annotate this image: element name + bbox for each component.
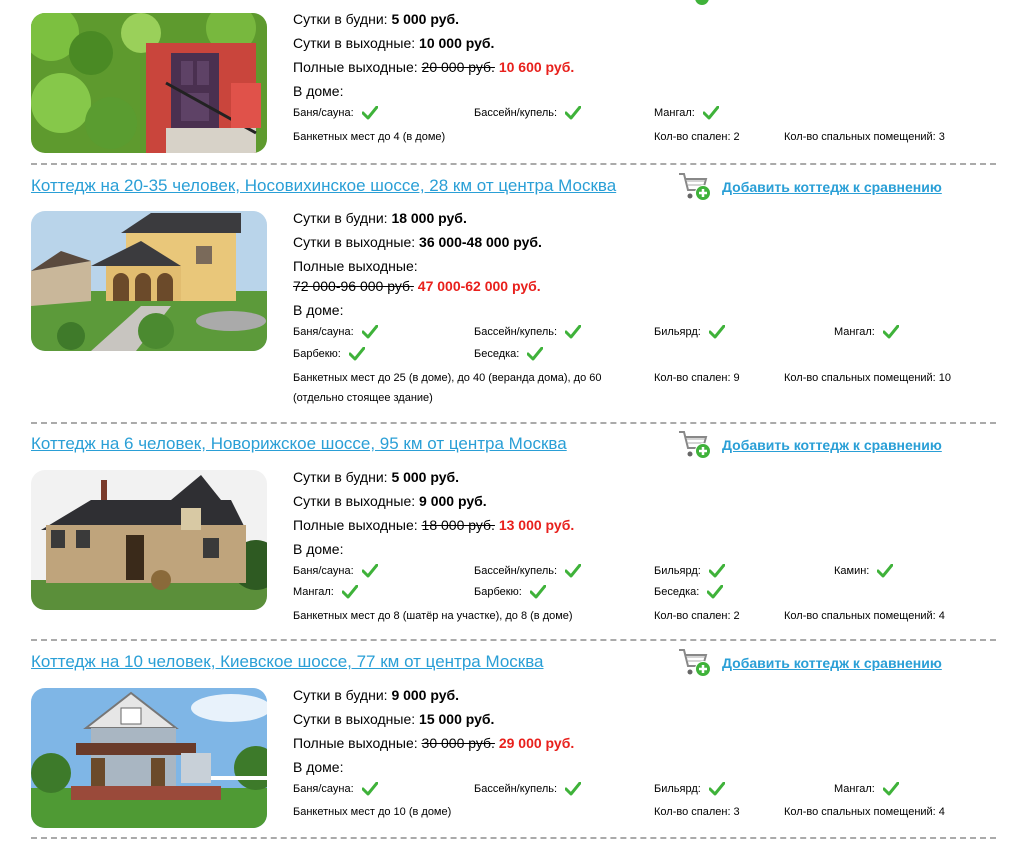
amenity: Мангал: bbox=[293, 585, 358, 599]
check-icon bbox=[882, 325, 899, 339]
amenity: Барбекю: bbox=[293, 347, 365, 361]
in-house-label: В доме: bbox=[293, 83, 344, 99]
cottage-photo[interactable] bbox=[31, 13, 267, 153]
price-weekend: Сутки в выходные: 36 000-48 000 руб. bbox=[293, 234, 542, 250]
compare-link-text[interactable]: Добавить коттедж к сравнению bbox=[722, 437, 942, 453]
check-icon bbox=[707, 585, 724, 599]
listing-info: Сутки в будни: 9 000 руб. Сутки в выходн… bbox=[293, 683, 574, 779]
price-weekend: Сутки в выходные: 9 000 руб. bbox=[293, 493, 487, 509]
amenity: Беседка: bbox=[474, 347, 544, 361]
cart-add-icon[interactable] bbox=[678, 0, 712, 10]
divider bbox=[31, 422, 996, 424]
amenity: Камин: bbox=[834, 564, 894, 578]
banquet-info: Банкетных мест до 25 (в доме), до 40 (ве… bbox=[293, 372, 602, 404]
price-full-weekend: 72 000-96 000 руб. 47 000-62 000 руб. bbox=[293, 278, 541, 294]
bedrooms-count: Кол-во спален: 2 bbox=[654, 610, 740, 622]
compare-link[interactable]: Добавить коттедж к сравнению bbox=[678, 429, 942, 461]
cart-add-icon[interactable] bbox=[678, 429, 712, 461]
divider bbox=[31, 639, 996, 641]
amenity: Беседка: bbox=[654, 585, 724, 599]
amenity: Бассейн/купель: bbox=[474, 564, 582, 578]
listing-title-link[interactable]: Коттедж на 20-35 человек, Носовихинское … bbox=[31, 175, 616, 197]
sleeping-rooms-count: Кол-во спальных помещений: 3 bbox=[784, 131, 945, 143]
cart-add-icon[interactable] bbox=[678, 647, 712, 679]
divider bbox=[31, 163, 996, 165]
check-icon bbox=[341, 585, 358, 599]
check-icon bbox=[877, 564, 894, 578]
amenity: Бильярд: bbox=[654, 325, 725, 339]
bedrooms-count: Кол-во спален: 3 bbox=[654, 806, 740, 818]
sleeping-rooms-count: Кол-во спальных помещений: 10 bbox=[784, 372, 952, 384]
check-icon bbox=[708, 564, 725, 578]
listing-title-link[interactable]: Коттедж на 10 человек, Киевское шоссе, 7… bbox=[31, 651, 544, 673]
amenity: Бассейн/купель: bbox=[474, 325, 582, 339]
cottage-photo[interactable] bbox=[31, 470, 267, 610]
price-weekday: Сутки в будни: 9 000 руб. bbox=[293, 687, 460, 703]
sleeping-rooms-count: Кол-во спальных помещений: 4 bbox=[784, 806, 945, 818]
check-icon bbox=[882, 782, 899, 796]
amenity: Бильярд: bbox=[654, 564, 725, 578]
price-full-weekend: Полные выходные: 18 000 руб. 13 000 руб. bbox=[293, 517, 575, 533]
check-icon bbox=[702, 106, 719, 120]
compare-link[interactable]: Добавить коттедж к сравнению bbox=[678, 647, 942, 679]
banquet-info: Банкетных мест до 8 (шатёр на участке), … bbox=[293, 610, 573, 622]
listing-title-link[interactable]: Коттедж на 6 человек, Новорижское шоссе,… bbox=[31, 433, 567, 455]
amenity: Мангал: bbox=[654, 106, 719, 120]
price-weekday: Сутки в будни: 18 000 руб. bbox=[293, 210, 467, 226]
check-icon bbox=[527, 347, 544, 361]
divider bbox=[31, 837, 996, 839]
price-weekday: Сутки в будни: 5 000 руб. bbox=[293, 11, 460, 27]
compare-link[interactable]: Добавить коттедж к сравнению bbox=[678, 171, 942, 203]
listing-info: Сутки в будни: 5 000 руб. Сутки в выходн… bbox=[293, 7, 574, 103]
bedrooms-count: Кол-во спален: 2 bbox=[654, 131, 740, 143]
check-icon bbox=[565, 564, 582, 578]
listing-info: Сутки в будни: 18 000 руб. Сутки в выход… bbox=[293, 206, 542, 322]
check-icon bbox=[708, 325, 725, 339]
check-icon bbox=[361, 564, 378, 578]
amenity: Баня/сауна: bbox=[293, 782, 378, 796]
check-icon bbox=[565, 782, 582, 796]
price-full-weekend: Полные выходные: 20 000 руб. 10 600 руб. bbox=[293, 59, 575, 75]
compare-link-partial[interactable] bbox=[678, 0, 712, 10]
price-full-weekend: Полные выходные: 30 000 руб. 29 000 руб. bbox=[293, 735, 575, 751]
amenity: Барбекю: bbox=[474, 585, 546, 599]
amenity: Бассейн/купель: bbox=[474, 106, 582, 120]
in-house-label: В доме: bbox=[293, 541, 344, 557]
amenity: Баня/сауна: bbox=[293, 564, 378, 578]
cart-add-icon[interactable] bbox=[678, 171, 712, 203]
sleeping-rooms-count: Кол-во спальных помещений: 4 bbox=[784, 610, 945, 622]
amenity: Бассейн/купель: bbox=[474, 782, 582, 796]
check-icon bbox=[348, 347, 365, 361]
cottage-photo[interactable] bbox=[31, 211, 267, 351]
check-icon bbox=[361, 782, 378, 796]
price-weekend: Сутки в выходные: 15 000 руб. bbox=[293, 711, 495, 727]
amenity: Бильярд: bbox=[654, 782, 725, 796]
price-weekend: Сутки в выходные: 10 000 руб. bbox=[293, 35, 495, 51]
check-icon bbox=[565, 106, 582, 120]
amenity: Мангал: bbox=[834, 782, 899, 796]
amenity: Баня/сауна: bbox=[293, 325, 378, 339]
amenity: Мангал: bbox=[834, 325, 899, 339]
in-house-label: В доме: bbox=[293, 302, 344, 318]
check-icon bbox=[361, 325, 378, 339]
cottage-photo[interactable] bbox=[31, 688, 267, 828]
listing-info: Сутки в будни: 5 000 руб. Сутки в выходн… bbox=[293, 465, 574, 561]
bedrooms-count: Кол-во спален: 9 bbox=[654, 372, 740, 384]
check-icon bbox=[708, 782, 725, 796]
in-house-label: В доме: bbox=[293, 759, 344, 775]
compare-link-text[interactable]: Добавить коттедж к сравнению bbox=[722, 179, 942, 195]
check-icon bbox=[565, 325, 582, 339]
check-icon bbox=[361, 106, 378, 120]
compare-link-text[interactable]: Добавить коттедж к сравнению bbox=[722, 655, 942, 671]
amenity: Баня/сауна: bbox=[293, 106, 378, 120]
price-weekday: Сутки в будни: 5 000 руб. bbox=[293, 469, 460, 485]
check-icon bbox=[529, 585, 546, 599]
banquet-info: Банкетных мест до 10 (в доме) bbox=[293, 806, 452, 818]
banquet-info: Банкетных мест до 4 (в доме) bbox=[293, 131, 446, 143]
